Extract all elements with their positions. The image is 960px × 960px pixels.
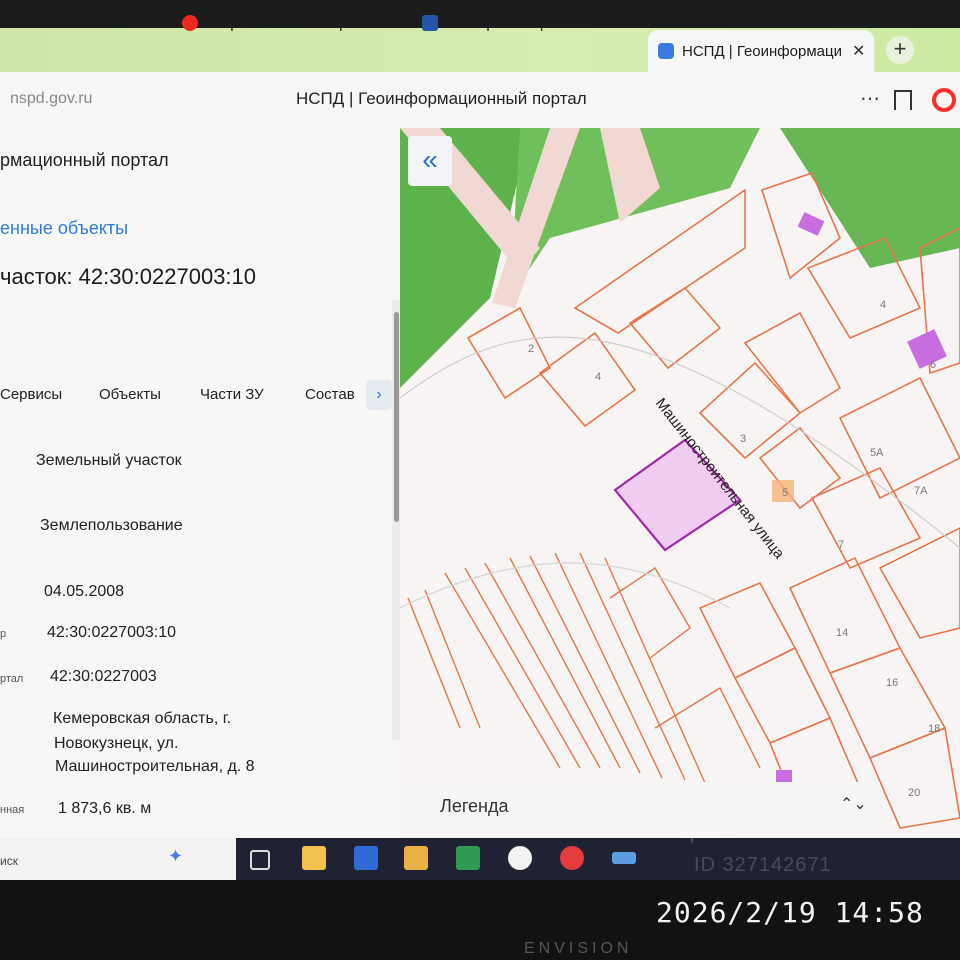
tab-composition[interactable]: Состав	[305, 386, 355, 403]
house-number: 6	[930, 359, 936, 371]
close-icon[interactable]: ✕	[852, 41, 865, 61]
address-line-1: Кемеровская область, г.	[53, 710, 232, 727]
collapse-panel-button[interactable]: «	[408, 136, 452, 186]
yandex-browser-icon[interactable]	[508, 846, 532, 870]
house-number: 5А	[870, 447, 884, 459]
tab-news[interactable]: н — главная новостна	[0, 8, 162, 38]
tab-registry[interactable]: Реестр извещений	[422, 8, 632, 38]
house-number: 2	[528, 343, 534, 355]
chevron-updown-icon[interactable]: ⌃⌄	[840, 794, 867, 814]
row-label: нная	[0, 804, 25, 816]
tab-services[interactable]: Сервисы	[0, 386, 62, 403]
tab-label: сбербанк аст электронна	[206, 14, 381, 32]
url-domain[interactable]: nspd.gov.ru	[10, 90, 92, 108]
excel-icon[interactable]	[456, 846, 480, 870]
panel-tabs: Сервисы Объекты Части ЗУ Состав	[0, 386, 400, 416]
info-panel: рмационный портал енные объекты часток: …	[0, 128, 400, 880]
tabs-scroll-right-icon[interactable]: ›	[366, 380, 392, 410]
tab-parts[interactable]: Части ЗУ	[200, 386, 264, 403]
files-icon[interactable]	[404, 846, 428, 870]
address-bar: nspd.gov.ru НСПД | Геоинформационный пор…	[0, 72, 960, 129]
legend-bar[interactable]: Легенда ⌃⌄	[400, 782, 880, 830]
page-title: НСПД | Геоинформационный портал	[296, 89, 587, 108]
watermark-id: ID 327142671	[694, 854, 832, 876]
tab-label: н — главная новостна	[0, 14, 155, 32]
house-number: 7А	[914, 485, 928, 497]
found-objects-link[interactable]: енные объекты	[0, 218, 128, 239]
house-number: 7	[838, 539, 844, 551]
area-value: 1 873,6 кв. м	[58, 800, 152, 817]
tab-label: НСПД | Геоинформаци	[682, 42, 842, 60]
alice-icon[interactable]	[932, 88, 956, 112]
yandex-icon	[182, 15, 198, 31]
task-view-icon[interactable]	[250, 850, 270, 870]
tab-label: Реестр извещений	[446, 14, 576, 32]
tab-sberbank-ast[interactable]: сбербанк аст электронна	[182, 8, 394, 38]
parcel-title: часток: 42:30:0227003:10	[0, 264, 257, 289]
house-number: 14	[836, 627, 848, 639]
row-label: ртал	[0, 673, 24, 685]
folder-icon[interactable]	[302, 846, 326, 870]
portal-title: рмационный портал	[0, 150, 169, 170]
scanner-icon[interactable]	[612, 852, 636, 864]
photo-timestamp: 2026/2/19 14:58	[656, 896, 924, 929]
scrollbar-thumb[interactable]	[394, 312, 399, 522]
more-icon[interactable]: ⋯	[860, 86, 881, 111]
search-label: иск	[0, 854, 18, 868]
address-line-3: Машиностроительная, д. 8	[55, 758, 255, 775]
map-canvas[interactable]: 2 4 4 6 3 5А 5 7А 7 14 16 18 20 Машиност…	[400, 128, 960, 836]
object-type: Земельный участок	[36, 452, 182, 469]
row-label: р	[0, 628, 7, 640]
legend-label: Легенда	[440, 796, 509, 816]
monitor-brand: ENVISION	[524, 940, 633, 957]
bookmark-icon[interactable]	[894, 90, 912, 110]
cadastral-number: 42:30:0227003:10	[47, 624, 177, 641]
emblem-icon	[422, 15, 438, 31]
house-number: 4	[880, 299, 886, 311]
nspd-icon	[658, 43, 674, 59]
address-line-2: Новокузнецк, ул.	[54, 735, 179, 752]
house-number: 3	[740, 433, 746, 445]
sparkle-icon: ✦	[168, 846, 184, 866]
tab-nspd[interactable]: НСПД | Геоинформаци ✕	[648, 30, 874, 72]
screen: н — главная новостна сбербанк аст электр…	[0, 0, 960, 880]
house-number: 20	[908, 787, 920, 799]
house-number: 16	[886, 677, 898, 689]
house-number: 5	[782, 487, 788, 499]
house-number: 18	[928, 723, 940, 735]
tab-objects[interactable]: Объекты	[99, 386, 161, 403]
registration-date: 04.05.2008	[44, 583, 125, 600]
game-icon[interactable]	[560, 846, 584, 870]
word-icon[interactable]	[354, 846, 378, 870]
cadastral-map[interactable]: 2 4 4 6 3 5А 5 7А 7 14 16 18 20 Машиност…	[400, 128, 960, 836]
house-number: 4	[595, 371, 601, 383]
taskbar-search-box[interactable]	[0, 838, 236, 880]
cadastral-quarter: 42:30:0227003	[50, 668, 157, 685]
new-tab-button[interactable]: +	[886, 36, 914, 64]
watermark: циан	[680, 818, 733, 843]
object-subtype: Землепользование	[40, 517, 183, 534]
